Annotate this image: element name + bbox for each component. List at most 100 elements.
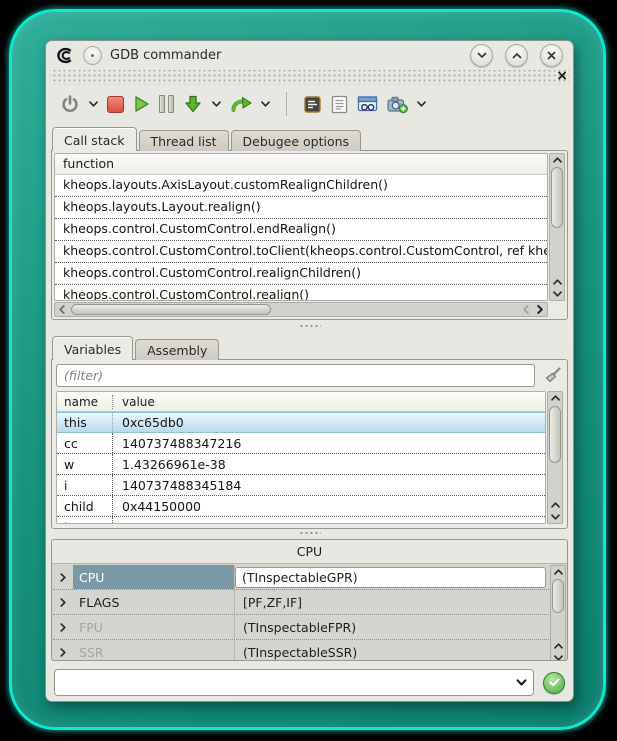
register-group-name: SSR	[73, 640, 235, 661]
splitter-grip-icon	[299, 324, 321, 329]
scroll-left-icon[interactable]	[519, 305, 533, 314]
stack-frame-row[interactable]: kheops.control.CustomControl.endRealign(…	[55, 219, 547, 241]
scroll-track[interactable]	[548, 404, 562, 499]
scroll-down-icon[interactable]	[551, 652, 565, 661]
filter-input[interactable]	[56, 364, 535, 387]
scroll-down-icon[interactable]	[548, 511, 562, 523]
variable-value: 1.43266961e-38	[113, 457, 235, 472]
expand-chevron-icon[interactable]	[53, 648, 73, 657]
callstack-horizontal-scrollbar[interactable]	[54, 302, 548, 317]
scroll-up-icon[interactable]	[548, 499, 562, 511]
scroll-up-icon[interactable]	[548, 392, 562, 404]
screenshot-background: GDB commander ×	[0, 0, 617, 741]
unshade-icon[interactable]	[505, 44, 528, 67]
variable-row[interactable]: cc 140737488347216	[57, 433, 545, 454]
scroll-right-icon[interactable]	[533, 305, 547, 314]
clear-filter-broom-icon[interactable]	[541, 367, 563, 384]
variables-column-headers: name value	[57, 392, 545, 412]
register-group-row[interactable]: FPU (TInspectableFPR)	[53, 615, 549, 640]
pane-close-icon[interactable]: ×	[556, 69, 568, 83]
variable-row[interactable]: b 1.43266961e-38	[57, 517, 545, 524]
variable-value: 0x44150000	[113, 499, 210, 514]
continue-icon[interactable]	[133, 95, 150, 113]
shade-icon[interactable]	[470, 44, 493, 67]
cpu-vertical-scrollbar[interactable]	[550, 565, 566, 661]
register-group-row[interactable]: SSR (TInspectableSSR)	[53, 640, 549, 661]
scroll-thumb[interactable]	[71, 304, 271, 315]
column-header-value[interactable]: value	[113, 395, 164, 409]
scroll-thumb[interactable]	[552, 579, 564, 613]
tab-debugee-options[interactable]: Debugee options	[231, 130, 362, 151]
pane-splitter[interactable]	[46, 320, 573, 332]
expand-chevron-icon[interactable]	[53, 598, 73, 607]
variable-row[interactable]: i 140737488345184	[57, 475, 545, 496]
scroll-track[interactable]	[551, 578, 565, 640]
register-group-value[interactable]: (TInspectableFPR)	[235, 620, 549, 635]
register-group-value[interactable]: (TInspectableGPR)	[235, 567, 546, 588]
scroll-up-icon[interactable]	[550, 276, 564, 288]
variable-value: 0xc65db0	[113, 415, 193, 430]
cpu-registers-panel: CPU CPU (TInspectableGPR)	[51, 539, 568, 661]
breakpoints-list-icon[interactable]	[303, 95, 322, 114]
expand-chevron-icon[interactable]	[53, 573, 73, 582]
add-watch-icon[interactable]	[387, 95, 408, 114]
scroll-up-icon[interactable]	[551, 640, 565, 652]
call-log-icon[interactable]	[331, 95, 348, 114]
scroll-track[interactable]	[69, 303, 519, 316]
register-group-value[interactable]: [PF,ZF,IF]	[235, 595, 549, 610]
add-watch-dropdown-chevron[interactable]	[417, 101, 426, 107]
tab-thread-list[interactable]: Thread list	[139, 130, 229, 151]
column-header-function[interactable]: function	[55, 154, 547, 175]
pane-splitter[interactable]	[46, 529, 573, 538]
combo-dropdown-chevron[interactable]	[509, 670, 533, 695]
step-into-icon[interactable]	[183, 94, 203, 114]
step-into-dropdown-chevron[interactable]	[212, 101, 221, 107]
window-menu-icon[interactable]	[83, 46, 102, 65]
stack-frame-row[interactable]: kheops.control.CustomControl.realignChil…	[55, 263, 547, 285]
register-group-row[interactable]: CPU (TInspectableGPR)	[53, 565, 549, 590]
pane-drag-handle[interactable]: ×	[50, 70, 569, 85]
splitter-grip-icon	[299, 531, 321, 536]
step-over-icon[interactable]	[230, 95, 252, 114]
register-group-row[interactable]: FLAGS [PF,ZF,IF]	[53, 590, 549, 615]
column-header-name[interactable]: name	[57, 395, 113, 409]
app-logo-icon	[56, 47, 75, 64]
scroll-up-icon[interactable]	[550, 154, 564, 166]
variable-row[interactable]: child 0x44150000	[57, 496, 545, 517]
callstack-vertical-scrollbar[interactable]	[549, 153, 565, 301]
stack-frame-row[interactable]: kheops.control.CustomControl.toClient(kh…	[55, 241, 547, 263]
scroll-thumb[interactable]	[551, 167, 563, 228]
stack-frame-row[interactable]: kheops.control.CustomControl.realign()	[55, 285, 547, 301]
pause-icon[interactable]	[159, 95, 174, 113]
tab-call-stack[interactable]: Call stack	[52, 127, 137, 151]
variable-row[interactable]: this 0xc65db0	[57, 412, 545, 433]
variables-table: name value this 0xc65db0 cc 140737488347…	[56, 391, 563, 524]
step-over-dropdown-chevron[interactable]	[261, 101, 270, 107]
titlebar[interactable]: GDB commander	[46, 41, 573, 69]
tab-variables[interactable]: Variables	[52, 336, 133, 360]
register-group-value[interactable]: (TInspectableSSR)	[235, 645, 549, 660]
stop-icon[interactable]	[107, 96, 124, 113]
power-dropdown-chevron[interactable]	[89, 101, 98, 107]
scroll-track[interactable]	[550, 166, 564, 276]
scroll-down-icon[interactable]	[550, 288, 564, 300]
stack-frame-row[interactable]: kheops.layouts.Layout.realign()	[55, 197, 547, 219]
execute-check-icon[interactable]	[543, 672, 565, 694]
variables-vertical-scrollbar[interactable]	[547, 391, 563, 524]
stack-frame-row[interactable]: kheops.layouts.AxisLayout.customRealignC…	[55, 175, 547, 197]
power-icon[interactable]	[60, 94, 80, 114]
variable-name: this	[57, 413, 113, 432]
variable-value: 140737488345184	[113, 478, 250, 493]
scroll-thumb[interactable]	[549, 406, 561, 463]
watches-window-icon[interactable]	[357, 95, 378, 114]
tab-assembly[interactable]: Assembly	[135, 339, 219, 360]
scroll-left-icon[interactable]	[55, 305, 69, 314]
scroll-up-icon[interactable]	[551, 566, 565, 578]
filter-row	[56, 364, 563, 387]
expand-chevron-icon[interactable]	[53, 623, 73, 632]
variable-name: cc	[57, 433, 113, 453]
variable-row[interactable]: w 1.43266961e-38	[57, 454, 545, 475]
command-input[interactable]	[55, 675, 509, 690]
close-icon[interactable]	[540, 44, 563, 67]
command-combobox[interactable]	[54, 669, 534, 696]
